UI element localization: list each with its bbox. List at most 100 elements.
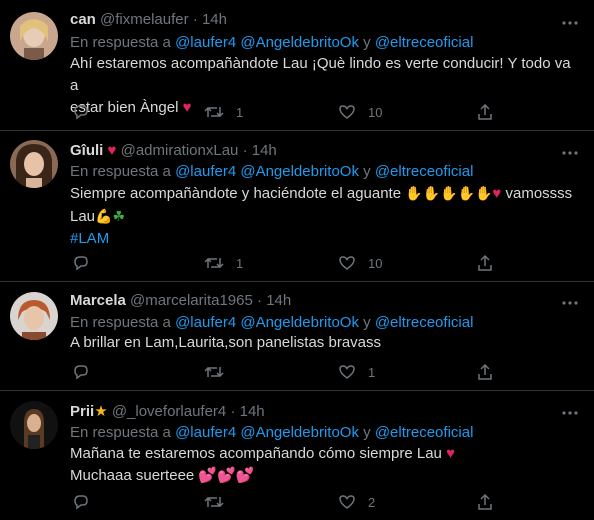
mention-link[interactable]: @laufer4: [175, 163, 236, 180]
tweet-4[interactable]: Prii★ @_loveforlaufer4 · 14h En respuest…: [0, 391, 594, 520]
avatar[interactable]: [10, 401, 58, 449]
tweet-header: Gîuli ♥ @admirationxLau · 14h: [70, 142, 277, 159]
tweet-2[interactable]: Gîuli ♥ @admirationxLau · 14h En respues…: [0, 131, 594, 281]
like-button[interactable]: 10: [338, 102, 382, 122]
mention-link[interactable]: @eltreceoficial: [375, 163, 474, 180]
share-icon: [478, 254, 492, 271]
separator-dot: ·: [192, 11, 198, 28]
more-options-icon[interactable]: [560, 403, 580, 423]
share-button[interactable]: [476, 253, 494, 273]
tweet-header: Prii★ @_loveforlaufer4 · 14h: [70, 402, 265, 420]
hashtag-link[interactable]: #LAM: [70, 228, 580, 250]
timestamp[interactable]: 14h: [266, 292, 291, 309]
reply-conjunction: y: [363, 163, 371, 180]
tweet-text-span: vamossss: [505, 185, 573, 202]
like-count: 10: [368, 104, 383, 120]
retweet-button[interactable]: [204, 362, 236, 382]
more-options-icon[interactable]: [560, 143, 580, 163]
more-options-icon[interactable]: [560, 13, 580, 33]
tweet-text-line: Lau💪☘: [70, 205, 580, 228]
flexed-biceps-emoji: 💪: [95, 208, 113, 224]
reply-prefix: En respuesta a: [70, 424, 171, 441]
reply-button[interactable]: [72, 492, 90, 512]
reply-prefix: En respuesta a: [70, 34, 171, 51]
retweet-button[interactable]: [204, 492, 236, 512]
timestamp[interactable]: 14h: [240, 403, 265, 420]
retweet-button[interactable]: 1: [204, 253, 243, 273]
tweet-3[interactable]: Marcela @marcelarita1965 · 14h En respue…: [0, 282, 594, 390]
user-handle[interactable]: @admirationxLau: [121, 142, 239, 159]
tweet-header: can @fixmelaufer · 14h: [70, 11, 227, 28]
two-hearts-emoji: 💕💕💕: [198, 467, 255, 484]
avatar[interactable]: [10, 12, 58, 60]
mention-link[interactable]: @AngeldebritoOk: [240, 163, 359, 180]
tweet-1[interactable]: can @fixmelaufer · 14h En respuesta a @l…: [0, 0, 594, 128]
timestamp[interactable]: 14h: [202, 11, 227, 28]
reply-context: En respuesta a @laufer4 @AngeldebritoOk …: [70, 314, 473, 331]
tweet-actions: 1 10: [70, 253, 492, 273]
like-count: 10: [368, 255, 383, 271]
display-name[interactable]: Marcela: [70, 292, 126, 309]
display-name[interactable]: can: [70, 11, 96, 28]
tweet-text-line: Mañana te estaremos acompañando cómo sie…: [70, 443, 580, 465]
share-button[interactable]: [476, 362, 494, 382]
reply-conjunction: y: [363, 34, 371, 51]
separator-dot: ·: [257, 292, 263, 309]
reply-context: En respuesta a @laufer4 @AngeldebritoOk …: [70, 34, 473, 51]
mention-link[interactable]: @laufer4: [175, 34, 236, 51]
reply-conjunction: y: [363, 424, 371, 441]
like-count: 2: [368, 494, 376, 510]
mention-link[interactable]: @AngeldebritoOk: [240, 424, 359, 441]
mention-link[interactable]: @eltreceoficial: [375, 34, 474, 51]
mention-link[interactable]: @laufer4: [175, 424, 236, 441]
share-button[interactable]: [476, 102, 494, 122]
tweet-text-line: Muchaaa suerteee 💕💕💕: [70, 465, 580, 487]
name-heart-emoji: ♥: [107, 142, 117, 159]
red-heart-emoji: ♥: [492, 185, 502, 202]
mention-link[interactable]: @laufer4: [175, 314, 236, 331]
avatar[interactable]: [10, 292, 58, 340]
reply-button[interactable]: [72, 102, 90, 122]
tweet-text: Siempre acompañàndote y haciéndote el ag…: [70, 182, 580, 250]
tweet-text: Mañana te estaremos acompañando cómo sie…: [70, 443, 580, 487]
retweet-button[interactable]: 1: [204, 102, 243, 122]
retweet-icon: [204, 366, 224, 378]
mention-link[interactable]: @eltreceoficial: [375, 314, 474, 331]
more-options-icon[interactable]: [560, 293, 580, 313]
tweet-feed: can @fixmelaufer · 14h En respuesta a @l…: [0, 0, 594, 520]
mention-link[interactable]: @AngeldebritoOk: [240, 34, 359, 51]
reply-icon: [74, 256, 88, 271]
like-button[interactable]: 10: [338, 253, 382, 273]
heart-icon: [339, 495, 355, 509]
timestamp[interactable]: 14h: [252, 142, 277, 159]
user-handle[interactable]: @_loveforlaufer4: [112, 403, 226, 420]
reply-button[interactable]: [72, 362, 90, 382]
tweet-text-span: Muchaaa suerteee: [70, 467, 195, 484]
reply-prefix: En respuesta a: [70, 314, 171, 331]
reply-button[interactable]: [72, 253, 90, 273]
separator-dot: ·: [242, 142, 248, 159]
display-name[interactable]: Gîuli: [70, 142, 103, 159]
like-button[interactable]: 2: [338, 492, 375, 512]
retweet-icon: [204, 257, 224, 269]
tweet-text-span: Mañana te estaremos acompañando cómo sie…: [70, 445, 442, 462]
tweet-actions: 1: [70, 362, 492, 382]
retweet-icon: [204, 496, 224, 508]
red-heart-emoji: ♥: [446, 445, 455, 462]
tweet-text: A brillar en Lam,Laurita,son panelistas …: [70, 332, 580, 354]
tweet-text-line: Ahí estaremos acompañàndote Lau ¡Què lin…: [70, 55, 571, 94]
tweet-text-line: A brillar en Lam,Laurita,son panelistas …: [70, 334, 382, 351]
mention-link[interactable]: @eltreceoficial: [375, 424, 474, 441]
reply-conjunction: y: [363, 314, 371, 331]
like-button[interactable]: 1: [338, 362, 375, 382]
retweet-count: 1: [236, 255, 244, 271]
mention-link[interactable]: @AngeldebritoOk: [240, 314, 359, 331]
star-emoji: ★: [94, 403, 108, 420]
share-button[interactable]: [476, 492, 494, 512]
user-handle[interactable]: @fixmelaufer: [100, 11, 189, 28]
user-handle[interactable]: @marcelarita1965: [130, 292, 253, 309]
display-name[interactable]: Prii: [70, 403, 94, 420]
avatar[interactable]: [10, 140, 58, 188]
raising-hands-emoji: ✋✋✋✋✋: [405, 185, 493, 201]
heart-icon: [339, 105, 355, 119]
